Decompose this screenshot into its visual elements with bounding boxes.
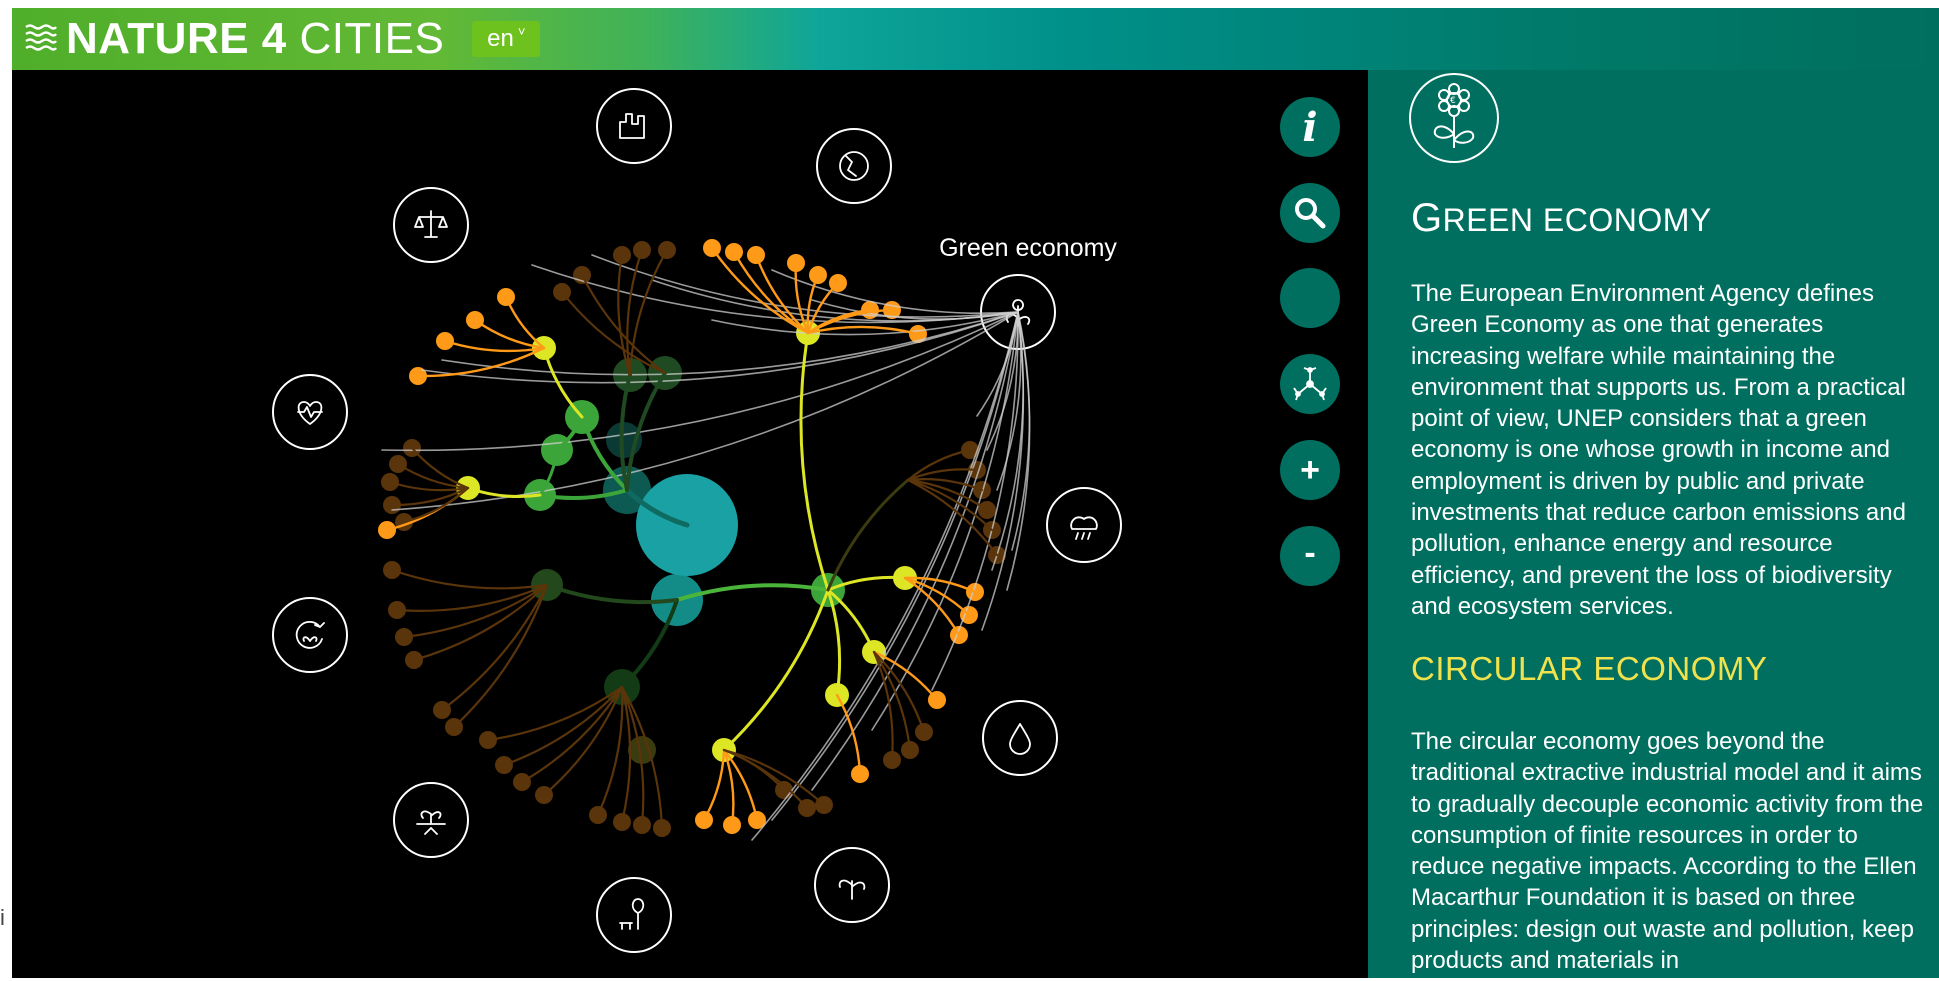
earth-map-icon-ring <box>816 128 892 204</box>
waves-icon <box>25 24 57 51</box>
info-button[interactable]: i <box>1280 97 1340 157</box>
circular-cycle-icon[interactable] <box>272 597 348 673</box>
health-heart-icon[interactable] <box>272 374 348 450</box>
branch-link <box>799 331 830 592</box>
plus-icon: + <box>1300 450 1320 489</box>
brown-link <box>722 748 809 810</box>
economy-flower-icon: € <box>1409 73 1499 163</box>
logo-text-bold: NATURE 4 <box>66 14 287 63</box>
water-drop-icon[interactable] <box>982 700 1058 776</box>
grey-link <box>871 311 1019 731</box>
language-value: en <box>487 25 514 52</box>
brown-link <box>390 568 549 590</box>
grey-link <box>591 254 1019 318</box>
panel-title-rest: REEN ECONOMY <box>1442 202 1712 238</box>
climate-weather-icon[interactable] <box>1046 487 1122 563</box>
logo[interactable]: NATURE 4 CITIES <box>24 14 444 64</box>
minus-icon: - <box>1304 533 1316 572</box>
urban-green-icon[interactable] <box>596 877 672 953</box>
justice-scales-icon[interactable] <box>393 187 469 263</box>
earth-map-icon[interactable] <box>816 128 892 204</box>
reset-button[interactable] <box>1280 268 1340 328</box>
window-top-edge <box>0 0 1939 8</box>
graph-canvas[interactable]: Green economy <box>12 70 1368 978</box>
branch-link <box>722 588 830 752</box>
panel-paragraph-2: The circular economy goes beyond the tra… <box>1411 728 1924 975</box>
search-icon <box>1295 198 1326 229</box>
panel-subtitle: CIRCULAR ECONOMY <box>1411 650 1768 687</box>
grey-link <box>931 311 1019 691</box>
city-buildings-icon[interactable] <box>596 88 672 164</box>
biodiversity-icon[interactable] <box>814 847 890 923</box>
info-panel: € GREEN ECONOMY The European Environment… <box>1368 70 1939 978</box>
language-select[interactable]: en ˅ <box>472 21 541 57</box>
grey-link <box>441 311 1019 376</box>
zoom-out-button[interactable]: - <box>1280 526 1340 586</box>
climate-weather-icon-ring <box>1046 487 1122 563</box>
panel-title: GREEN ECONOMY <box>1411 196 1712 241</box>
chevron-down-icon: ˅ <box>517 23 526 39</box>
panel-paragraph-1: The European Environment Agency defines … <box>1411 280 1906 620</box>
edge-fragment: i <box>0 905 5 930</box>
brown-link <box>580 273 667 375</box>
circular-cycle-icon-ring <box>272 597 348 673</box>
hover-label: Green economy <box>939 234 1117 262</box>
urban-green-icon-ring <box>596 877 672 953</box>
water-drop-icon-ring <box>982 700 1058 776</box>
orange-link <box>835 693 862 776</box>
panel-title-initial: G <box>1411 196 1443 240</box>
app-header: NATURE 4 CITIES en ˅ <box>12 8 1939 70</box>
svg-text:€: € <box>1450 96 1456 106</box>
tree-view-button[interactable] <box>1280 354 1340 414</box>
tree-network-icon <box>1293 367 1327 401</box>
info-icon: i <box>1302 103 1318 151</box>
logo-text-light: CITIES <box>299 14 445 63</box>
soil-plant-icon[interactable] <box>393 782 469 858</box>
network-graph[interactable]: Green economy <box>12 70 1368 978</box>
search-button[interactable] <box>1280 183 1340 243</box>
brown-link <box>440 583 549 712</box>
health-heart-icon-ring <box>272 374 348 450</box>
city-buildings-icon-ring <box>596 88 672 164</box>
zoom-in-button[interactable]: + <box>1280 440 1340 500</box>
logo-text: NATURE 4 CITIES <box>66 14 444 64</box>
node-layer <box>378 239 1006 837</box>
